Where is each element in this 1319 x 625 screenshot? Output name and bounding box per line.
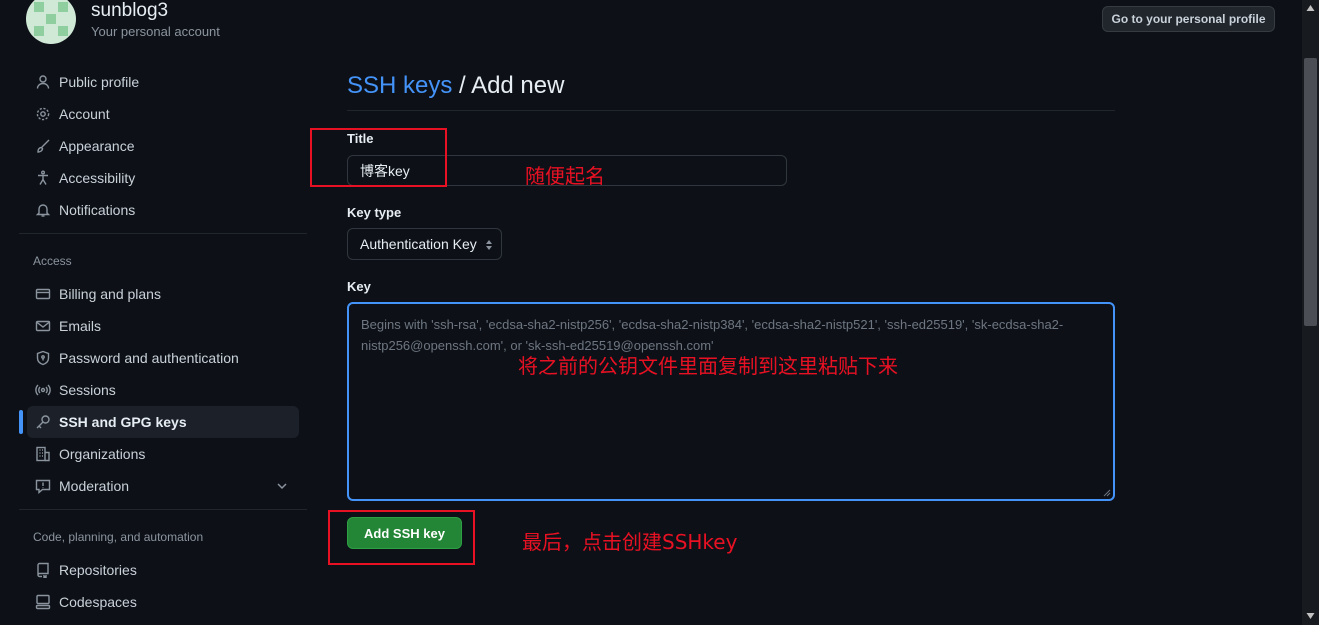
- shield-lock-icon: [35, 350, 51, 366]
- sidebar-item-moderation[interactable]: Moderation: [27, 470, 299, 502]
- key-type-select[interactable]: Authentication Key: [347, 228, 502, 260]
- chevron-down-icon[interactable]: [275, 479, 289, 493]
- sidebar-item-label: Appearance: [59, 138, 135, 154]
- scrollbar-thumb[interactable]: [1304, 58, 1317, 326]
- sidebar-item-repositories[interactable]: Repositories: [27, 554, 299, 586]
- organization-icon: [35, 446, 51, 462]
- codespaces-icon: [35, 594, 51, 610]
- sidebar-item-label: SSH and GPG keys: [59, 414, 187, 430]
- title-divider: [347, 110, 1115, 111]
- accessibility-icon: [35, 170, 51, 186]
- sidebar-item-accessibility[interactable]: Accessibility: [27, 162, 299, 194]
- bell-icon: [35, 202, 51, 218]
- sidebar-item-label: Repositories: [59, 562, 137, 578]
- sidebar-item-label: Sessions: [59, 382, 116, 398]
- key-label: Key: [347, 279, 371, 294]
- sidebar-item-label: Notifications: [59, 202, 136, 218]
- sidebar-item-label: Codespaces: [59, 594, 137, 610]
- sidebar-item-label: Billing and plans: [59, 286, 161, 302]
- sidebar-section-access: Access: [33, 254, 72, 268]
- sidebar-item-codespaces[interactable]: Codespaces: [27, 586, 299, 618]
- sidebar-item-notifications[interactable]: Notifications: [27, 194, 299, 226]
- report-icon: [35, 478, 51, 494]
- sidebar-item-label: Password and authentication: [59, 350, 239, 366]
- paintbrush-icon: [35, 138, 51, 154]
- go-to-profile-button[interactable]: Go to your personal profile: [1102, 6, 1275, 32]
- broadcast-icon: [35, 382, 51, 398]
- avatar[interactable]: [26, 0, 76, 44]
- annotation-box-title: [310, 128, 447, 187]
- annotation-title-note: 随便起名: [525, 164, 605, 188]
- gear-icon: [35, 106, 51, 122]
- active-indicator: [19, 410, 23, 434]
- sidebar-item-label: Accessibility: [59, 170, 136, 186]
- mail-icon: [35, 318, 51, 334]
- credit-card-icon: [35, 286, 51, 302]
- sidebar-item-label: Moderation: [59, 478, 130, 494]
- sidebar-item-label: Account: [59, 106, 110, 122]
- sidebar-item-label: Emails: [59, 318, 102, 334]
- key-icon: [35, 414, 51, 430]
- annotation-key-note: 将之前的公钥文件里面复制到这里粘贴下来: [518, 354, 898, 378]
- annotation-button-note: 最后，点击创建SSHkey: [522, 530, 738, 554]
- sidebar-item-ssh-gpg-keys[interactable]: SSH and GPG keys: [27, 406, 299, 438]
- sidebar-item-label: Organizations: [59, 446, 146, 462]
- scroll-up-icon[interactable]: [1305, 3, 1316, 13]
- sidebar-item-label: Public profile: [59, 74, 140, 90]
- page-title: SSH keys / Add new: [347, 72, 564, 100]
- breadcrumb-ssh-keys-link[interactable]: SSH keys: [347, 72, 452, 99]
- sidebar-item-appearance[interactable]: Appearance: [27, 130, 299, 162]
- key-placeholder: Begins with 'ssh-rsa', 'ecdsa-sha2-nistp…: [361, 317, 1064, 353]
- key-type-label: Key type: [347, 205, 402, 220]
- sidebar-item-public-profile[interactable]: Public profile: [27, 66, 299, 98]
- sidebar-item-sessions[interactable]: Sessions: [27, 374, 299, 406]
- select-arrows-icon: [486, 240, 492, 250]
- account-name[interactable]: sunblog3: [91, 0, 168, 22]
- account-subtitle: Your personal account: [91, 24, 220, 39]
- sidebar-item-organizations[interactable]: Organizations: [27, 438, 299, 470]
- sidebar-item-emails[interactable]: Emails: [27, 310, 299, 342]
- resize-handle-icon[interactable]: [1103, 489, 1111, 497]
- sidebar-divider: [19, 233, 307, 234]
- sidebar-divider: [19, 509, 307, 510]
- breadcrumb-separator: /: [452, 72, 472, 99]
- sidebar-section-code: Code, planning, and automation: [33, 530, 204, 544]
- annotation-box-button: [328, 510, 475, 565]
- repo-icon: [35, 562, 51, 578]
- page-title-text: Add new: [471, 72, 565, 99]
- sidebar-item-password[interactable]: Password and authentication: [27, 342, 299, 374]
- person-icon: [35, 74, 51, 90]
- key-textarea[interactable]: Begins with 'ssh-rsa', 'ecdsa-sha2-nistp…: [347, 302, 1115, 501]
- sidebar-item-account[interactable]: Account: [27, 98, 299, 130]
- settings-page: sunblog3 Your personal account Go to you…: [0, 0, 1319, 625]
- scroll-down-icon[interactable]: [1305, 611, 1316, 621]
- key-type-value: Authentication Key: [360, 236, 477, 252]
- sidebar-item-billing[interactable]: Billing and plans: [27, 278, 299, 310]
